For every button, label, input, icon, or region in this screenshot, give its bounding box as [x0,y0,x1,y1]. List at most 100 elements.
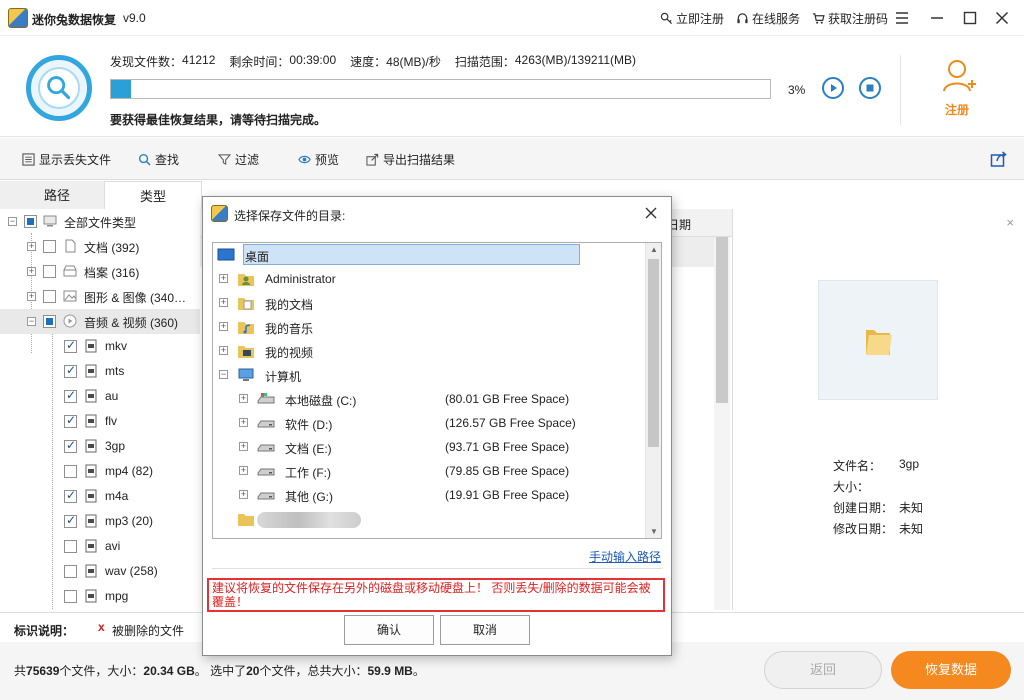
expand-icon[interactable]: + [27,267,36,276]
drive-item[interactable]: + 本地磁盘 (C:) (80.01 GB Free Space) [213,387,647,411]
register-now-link[interactable]: 立即注册 [660,10,724,27]
expand-icon[interactable]: + [239,466,248,475]
tree-root[interactable]: − 全部文件类型 [0,209,200,234]
item-checkbox[interactable] [64,488,77,503]
tree-item[interactable]: flv [0,409,200,434]
collapse-icon[interactable]: − [27,317,36,326]
recover-button[interactable]: 恢复数据 [891,651,1011,689]
tree-item[interactable]: wav (258) [0,559,200,584]
manual-path-link[interactable]: 手动输入路径 [589,548,661,565]
item-checkbox[interactable] [64,565,77,578]
stop-icon [866,84,874,92]
collapse-icon[interactable]: − [219,370,228,379]
preview-button[interactable]: 预览 [298,151,339,168]
divider [212,568,662,569]
export-icon [366,153,379,166]
find-button[interactable]: 查找 [138,151,179,168]
tree-item[interactable]: mpg [0,584,200,609]
folder-item-computer[interactable]: − 计算机 [213,363,647,387]
images-checkbox[interactable] [43,290,56,303]
preview-close-icon[interactable]: × [1006,215,1014,230]
item-checkbox[interactable] [64,413,77,428]
confirm-button[interactable]: 确认 [344,615,434,645]
expand-icon[interactable]: + [27,242,36,251]
online-service-link[interactable]: 在线服务 [736,10,800,27]
expand-icon[interactable]: + [219,346,228,355]
item-checkbox[interactable] [64,540,77,553]
export-results-button[interactable]: 导出扫描结果 [366,151,455,168]
dialog-close-icon[interactable] [641,203,661,223]
scrollbar-thumb[interactable] [716,237,728,403]
tree-item-label: mpg [105,589,129,603]
tree-item[interactable]: mkv [0,334,200,359]
av-checkbox[interactable] [43,315,56,328]
tree-item[interactable]: m4a [0,484,200,509]
root-checkbox[interactable] [24,215,37,228]
tree-archives[interactable]: + 档案 (316) [0,259,200,284]
collapse-icon[interactable]: − [8,217,17,226]
folder-item-desktop[interactable]: 桌面 [213,243,647,267]
menu-icon[interactable] [890,6,914,30]
tree-docs[interactable]: + 文档 (392) [0,234,200,259]
folder-item-administrator[interactable]: + Administrator [213,267,647,291]
resume-button[interactable] [822,77,844,99]
folder-item-my-videos[interactable]: + 我的视频 [213,339,647,363]
item-checkbox[interactable] [64,590,77,603]
expand-icon[interactable]: + [27,292,36,301]
cancel-button[interactable]: 取消 [440,615,530,645]
tab-path[interactable]: 路径 [8,181,106,209]
tree-item[interactable]: au [0,384,200,409]
close-icon[interactable] [990,6,1014,30]
expand-icon[interactable]: + [219,274,228,283]
folder-item-partial[interactable] [213,531,647,538]
tree-item[interactable]: mp4 (82) [0,459,200,484]
archives-checkbox[interactable] [43,265,56,278]
item-checkbox[interactable] [64,338,77,353]
item-checkbox[interactable] [64,388,77,403]
tree-item[interactable]: mp3 (20) [0,509,200,534]
share-icon[interactable] [990,150,1008,168]
item-checkbox[interactable] [64,513,77,528]
scrollbar-thumb[interactable] [648,259,659,447]
expand-icon[interactable]: + [219,322,228,331]
folder-label: Administrator [265,272,336,286]
tree-av[interactable]: − 音频 & 视频 (360) [0,309,200,334]
folder-tree-scrollbar[interactable]: ▲ ▼ [645,243,661,538]
drive-item[interactable]: + 文档 (E:) (93.71 GB Free Space) [213,435,647,459]
docs-checkbox[interactable] [43,240,56,253]
register-button[interactable]: 注册 [900,55,1020,125]
tab-type[interactable]: 类型 [104,181,202,209]
file-list-scrollbar[interactable] [714,237,730,610]
get-code-link[interactable]: 获取注册码 [812,10,888,27]
filter-button[interactable]: 过滤 [218,151,259,168]
folder-tree: 桌面 + Administrator + 我的文档 + 我的音乐 + 我的视频 … [212,242,662,539]
stop-button[interactable] [859,77,881,99]
search-icon [138,153,151,166]
files-count: 75639 [26,664,60,678]
expand-icon[interactable]: + [239,418,248,427]
item-checkbox[interactable] [64,438,77,453]
minimize-icon[interactable] [925,6,949,30]
folder-item-my-music[interactable]: + 我的音乐 [213,315,647,339]
expand-icon[interactable]: + [219,298,228,307]
item-checkbox[interactable] [64,363,77,378]
tree-item[interactable]: avi [0,534,200,559]
folder-item-hidden[interactable] [213,507,647,531]
scroll-down-icon[interactable]: ▼ [650,527,658,536]
tree-item[interactable]: mts [0,359,200,384]
show-lost-files-button[interactable]: 显示丢失文件 [22,151,111,168]
tree-item[interactable]: 3gp [0,434,200,459]
drive-item[interactable]: + 其他 (G:) (19.91 GB Free Space) [213,483,647,507]
item-checkbox[interactable] [64,465,77,478]
folder-item-my-documents[interactable]: + 我的文档 [213,291,647,315]
maximize-icon[interactable] [958,6,982,30]
back-button[interactable]: 返回 [764,651,882,689]
expand-icon[interactable]: + [239,442,248,451]
tree-images-label: 图形 & 图像 (340… [84,291,187,305]
tree-images[interactable]: + 图形 & 图像 (340… [0,284,200,309]
scroll-up-icon[interactable]: ▲ [650,245,658,254]
expand-icon[interactable]: + [239,394,248,403]
drive-item[interactable]: + 软件 (D:) (126.57 GB Free Space) [213,411,647,435]
drive-item[interactable]: + 工作 (F:) (79.85 GB Free Space) [213,459,647,483]
expand-icon[interactable]: + [239,490,248,499]
